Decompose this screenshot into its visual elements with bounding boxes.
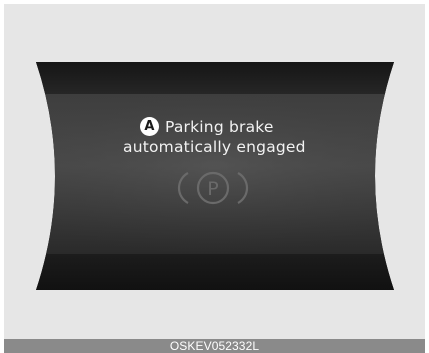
cluster-display: P bbox=[36, 62, 394, 290]
figure-frame: P A Parking brake automatically engaged … bbox=[0, 0, 429, 353]
message-line-2: automatically engaged bbox=[123, 138, 306, 156]
message-line-1-text: Parking brake bbox=[165, 117, 274, 136]
parking-brake-letter: P bbox=[207, 178, 218, 200]
display-bottom-band bbox=[36, 254, 394, 290]
figure-code: OSKEV052332L bbox=[169, 339, 260, 353]
caption-bar: OSKEV052332L bbox=[4, 339, 425, 353]
callout-marker: A bbox=[140, 117, 159, 136]
message-line-1: A Parking brake bbox=[140, 117, 274, 136]
display-top-band bbox=[36, 62, 394, 94]
